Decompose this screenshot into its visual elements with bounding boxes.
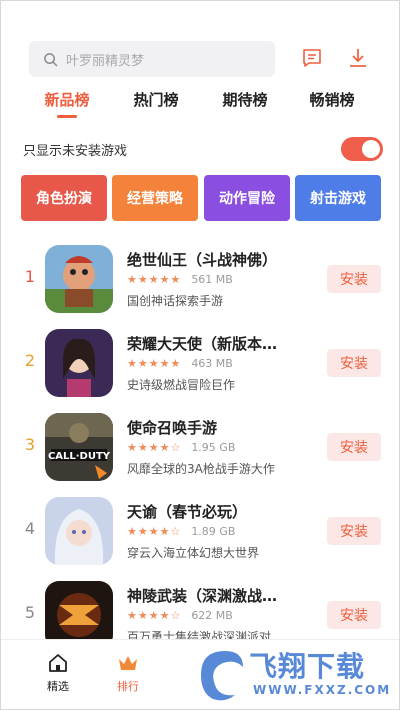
nav-label: 排行 bbox=[117, 680, 139, 693]
app-name: 使命召唤手游 bbox=[127, 419, 218, 437]
nav-label: 精选 bbox=[47, 680, 69, 693]
tab-expected[interactable]: 期待榜 bbox=[210, 89, 280, 110]
rank-number: 1 bbox=[24, 267, 36, 286]
rank-tabs: 新品榜 热门榜 期待榜 畅销榜 bbox=[1, 89, 399, 119]
install-button[interactable]: 安装 bbox=[327, 349, 381, 377]
download-icon[interactable] bbox=[347, 47, 369, 69]
app-screen: 叶罗丽精灵梦 新品榜 热门榜 期待榜 畅销榜 只显示未安装游戏 角色扮演 经营策… bbox=[0, 0, 400, 710]
rating-stars: ★★★★★ bbox=[127, 273, 182, 286]
list-item[interactable]: 4 天谕（春节必玩） ★★★★☆ 1.89 GB 穿云入海立体幻想大世界 安装 bbox=[1, 491, 399, 575]
rating-stars: ★★★★☆ bbox=[127, 609, 182, 622]
app-description: 风靡全球的3A枪战手游大作 bbox=[127, 462, 275, 476]
app-description: 国创神话探索手游 bbox=[127, 294, 224, 308]
app-icon-juesh bbox=[45, 245, 113, 313]
rating-stars: ★★★★★ bbox=[127, 357, 182, 370]
tab-new[interactable]: 新品榜 bbox=[32, 89, 102, 110]
tab-bestseller[interactable]: 畅销榜 bbox=[297, 89, 367, 110]
rating-stars: ★★★★☆ bbox=[127, 525, 182, 538]
app-icon-tianyu bbox=[45, 497, 113, 565]
rank-number: 2 bbox=[24, 351, 36, 370]
app-meta: ★★★★★ 561 MB bbox=[127, 273, 233, 286]
message-icon[interactable] bbox=[301, 47, 323, 69]
toggle-knob bbox=[362, 140, 380, 158]
app-size: 622 MB bbox=[191, 609, 233, 622]
install-button[interactable]: 安装 bbox=[327, 517, 381, 545]
category-buttons: 角色扮演 经营策略 动作冒险 射击游戏 bbox=[21, 175, 381, 221]
list-item[interactable]: 2 荣耀大天使（新版本… ★★★★★ 463 MB 史诗级燃战冒险巨作 安装 bbox=[1, 323, 399, 407]
filter-label: 只显示未安装游戏 bbox=[23, 144, 128, 159]
rank-number: 5 bbox=[24, 603, 36, 622]
category-action-button[interactable]: 动作冒险 bbox=[204, 175, 290, 221]
category-shooter-button[interactable]: 射击游戏 bbox=[295, 175, 381, 221]
app-meta: ★★★★★ 463 MB bbox=[127, 357, 233, 370]
top-bar: 叶罗丽精灵梦 bbox=[1, 39, 399, 79]
app-size: 1.95 GB bbox=[191, 441, 236, 454]
app-icon-rongyao bbox=[45, 329, 113, 397]
app-meta: ★★★★☆ 622 MB bbox=[127, 609, 233, 622]
app-name: 天谕（春节必玩） bbox=[127, 503, 248, 521]
watermark-subtitle: WWW.FXXZ.COM bbox=[253, 683, 392, 697]
rating-stars: ★★★★☆ bbox=[127, 441, 182, 454]
tab-hot[interactable]: 热门榜 bbox=[121, 89, 191, 110]
app-description: 穿云入海立体幻想大世界 bbox=[127, 546, 260, 560]
app-meta: ★★★★☆ 1.89 GB bbox=[127, 525, 235, 538]
watermark-title: 飞翔下载 bbox=[249, 650, 366, 683]
search-placeholder: 叶罗丽精灵梦 bbox=[66, 53, 145, 69]
app-name: 神陵武装（深渊激战… bbox=[127, 587, 278, 605]
category-strategy-button[interactable]: 经营策略 bbox=[112, 175, 198, 221]
app-size: 561 MB bbox=[191, 273, 233, 286]
watermark-logo bbox=[201, 651, 243, 701]
filter-row: 只显示未安装游戏 bbox=[23, 137, 383, 161]
app-icon-callofduty: CALL·DUTY bbox=[45, 413, 113, 481]
install-button[interactable]: 安装 bbox=[327, 265, 381, 293]
nav-ranking[interactable]: 排行 bbox=[103, 652, 153, 694]
app-description: 史诗级燃战冒险巨作 bbox=[127, 378, 236, 392]
list-item[interactable]: 3 CALL·DUTY 使命召唤手游 ★★★★☆ 1.95 GB 风靡全球的3A… bbox=[1, 407, 399, 491]
search-input[interactable]: 叶罗丽精灵梦 bbox=[29, 41, 275, 77]
uninstalled-only-toggle[interactable] bbox=[341, 137, 383, 161]
install-button[interactable]: 安装 bbox=[327, 601, 381, 629]
install-button[interactable]: 安装 bbox=[327, 433, 381, 461]
category-rpg-button[interactable]: 角色扮演 bbox=[21, 175, 107, 221]
rank-number: 3 bbox=[24, 435, 36, 454]
list-item[interactable]: 1 绝世仙王（斗战神佛） ★★★★★ 561 MB 国创神话探索手游 安装 bbox=[1, 239, 399, 323]
app-name: 荣耀大天使（新版本… bbox=[127, 335, 278, 353]
crown-icon bbox=[119, 656, 137, 670]
nav-featured[interactable]: 精选 bbox=[33, 652, 83, 694]
home-icon bbox=[49, 654, 67, 672]
rank-number: 4 bbox=[24, 519, 36, 538]
app-size: 463 MB bbox=[191, 357, 233, 370]
app-name: 绝世仙王（斗战神佛） bbox=[127, 251, 278, 269]
active-tab-indicator bbox=[57, 115, 77, 118]
watermark: 飞翔下载 WWW.FXXZ.COM bbox=[191, 639, 399, 709]
search-icon bbox=[44, 52, 58, 66]
app-size: 1.89 GB bbox=[191, 525, 236, 538]
app-meta: ★★★★☆ 1.95 GB bbox=[127, 441, 235, 454]
svg-text:CALL·DUTY: CALL·DUTY bbox=[48, 451, 111, 462]
